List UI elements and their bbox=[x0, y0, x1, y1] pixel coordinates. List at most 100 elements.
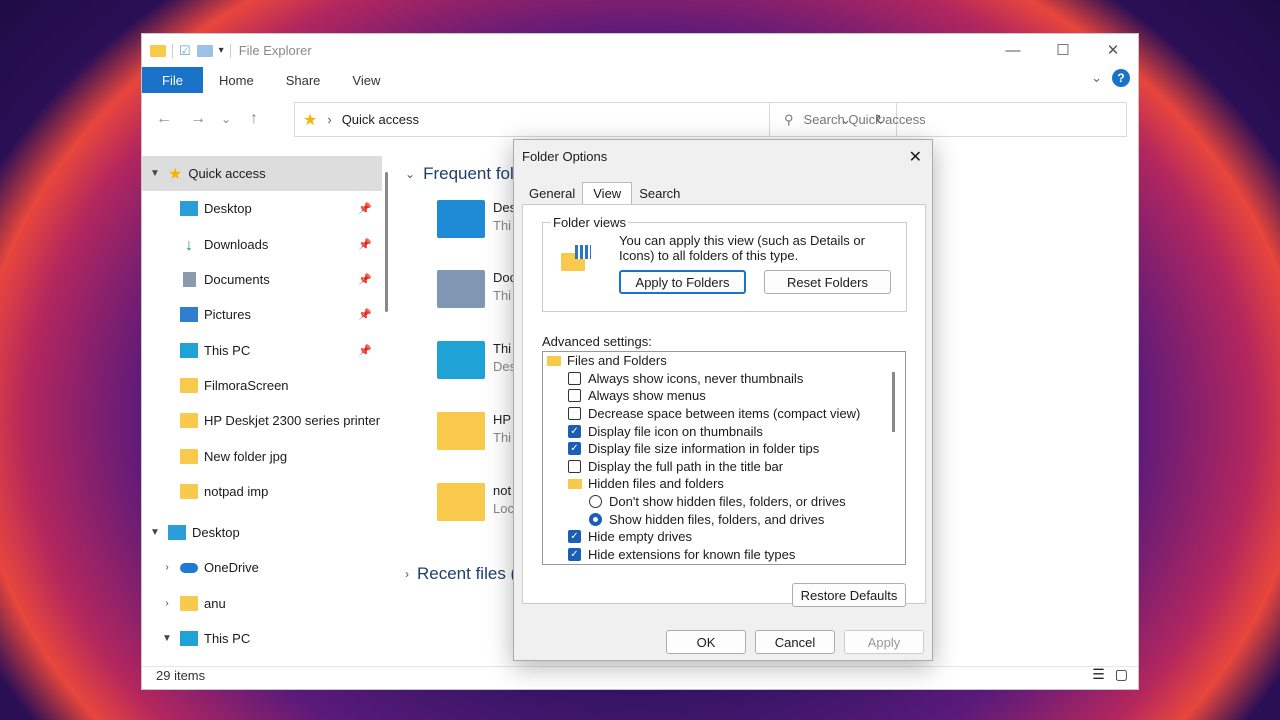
chevron-right-icon[interactable]: › bbox=[154, 598, 180, 609]
frequent-item-documents[interactable]: Doc Thi bbox=[437, 270, 516, 308]
sidebar-item-documents[interactable]: Documents 📌 bbox=[142, 262, 382, 297]
view-toggles: ☰ ▢ bbox=[1092, 666, 1128, 683]
maximize-button[interactable]: ☐ bbox=[1038, 34, 1088, 66]
setting-row[interactable]: Show hidden files, folders, and drives bbox=[543, 510, 905, 528]
sidebar-item-this-pc-root[interactable]: ▼ This PC bbox=[142, 621, 382, 656]
item-name: HP bbox=[493, 412, 512, 427]
checkbox[interactable]: ✓ bbox=[568, 547, 581, 561]
sidebar-item-new-folder-jpg[interactable]: New folder jpg bbox=[142, 438, 382, 473]
setting-label: Display file size information in folder … bbox=[588, 441, 820, 457]
search-placeholder: Search Quick access bbox=[803, 112, 926, 127]
sidebar-scrollbar[interactable] bbox=[385, 172, 388, 312]
ok-button[interactable]: OK bbox=[666, 630, 746, 654]
setting-row[interactable]: Display the full path in the title bar bbox=[543, 458, 905, 476]
sidebar-item-downloads[interactable]: ↓ Downloads 📌 bbox=[142, 227, 382, 262]
pin-icon[interactable]: 📌 bbox=[358, 344, 372, 357]
setting-row[interactable]: Don't show hidden files, folders, or dri… bbox=[543, 493, 905, 511]
sidebar-item-anu[interactable]: › anu bbox=[142, 586, 382, 621]
setting-row[interactable]: ✓ Hide empty drives bbox=[543, 528, 905, 546]
section-title: Frequent fold bbox=[423, 164, 524, 183]
frequent-item-this-pc[interactable]: Thi Des bbox=[437, 341, 516, 379]
sidebar-item-quick-access[interactable]: ▼ ★ Quick access bbox=[142, 156, 382, 192]
chevron-down-icon[interactable]: ▼ bbox=[142, 527, 168, 538]
minimize-button[interactable]: — bbox=[988, 34, 1038, 66]
tab-view[interactable]: View bbox=[582, 182, 633, 205]
radio-button[interactable] bbox=[589, 495, 602, 509]
tab-file[interactable]: File bbox=[142, 67, 203, 93]
checkbox[interactable] bbox=[568, 371, 581, 385]
setting-row[interactable]: ✓ Display file size information in folder… bbox=[543, 440, 905, 458]
settings-scrollbar[interactable] bbox=[892, 372, 895, 432]
tab-general[interactable]: General bbox=[522, 182, 582, 205]
pin-icon[interactable]: 📌 bbox=[358, 308, 372, 321]
forward-button[interactable]: → bbox=[181, 110, 215, 128]
item-name: not bbox=[493, 483, 512, 498]
frequent-item-notpad[interactable]: not Loc bbox=[437, 483, 514, 521]
pin-icon[interactable]: 📌 bbox=[358, 238, 372, 251]
sidebar-item-label: HP Deskjet 2300 series printer bbox=[204, 413, 381, 429]
checkbox[interactable] bbox=[568, 407, 581, 421]
setting-row[interactable]: ✓ Hide extensions for known file types bbox=[543, 546, 905, 564]
details-view-icon[interactable]: ☰ bbox=[1092, 666, 1105, 683]
setting-row[interactable]: Hidden files and folders bbox=[543, 475, 905, 493]
large-icons-view-icon[interactable]: ▢ bbox=[1115, 666, 1128, 683]
sidebar-item-desktop-root[interactable]: ▼ Desktop bbox=[142, 515, 382, 550]
new-folder-icon[interactable] bbox=[196, 44, 213, 57]
tab-home[interactable]: Home bbox=[203, 67, 270, 93]
expand-ribbon-icon[interactable]: ⌄ bbox=[1091, 70, 1102, 86]
sidebar-item-label: FilmoraScreen bbox=[204, 377, 289, 393]
setting-row[interactable]: ✓ Display file icon on thumbnails bbox=[543, 422, 905, 440]
help-icon[interactable]: ? bbox=[1112, 69, 1130, 87]
folder-icon bbox=[180, 377, 198, 393]
star-icon: ★ bbox=[303, 111, 318, 129]
frequent-folders-header[interactable]: ⌄ Frequent fold bbox=[405, 164, 523, 184]
sidebar-item-this-pc[interactable]: This PC 📌 bbox=[142, 332, 382, 367]
close-button[interactable]: ✕ bbox=[1088, 34, 1138, 66]
checkbox[interactable]: ✓ bbox=[568, 442, 581, 456]
restore-defaults-button[interactable]: Restore Defaults bbox=[792, 583, 906, 607]
checkbox[interactable] bbox=[568, 389, 581, 403]
desktop-icon bbox=[168, 525, 186, 541]
pictures-icon bbox=[180, 307, 198, 323]
tab-search[interactable]: Search bbox=[632, 182, 687, 205]
checkbox[interactable]: ✓ bbox=[568, 424, 581, 438]
sidebar-item-notpad-imp[interactable]: notpad imp bbox=[142, 474, 382, 509]
dialog-close-icon[interactable]: ✕ bbox=[909, 147, 922, 167]
checkbox[interactable] bbox=[568, 459, 581, 473]
checkbox[interactable]: ✓ bbox=[568, 530, 581, 544]
radio-button[interactable] bbox=[589, 512, 602, 526]
advanced-settings-label: Advanced settings: bbox=[542, 334, 652, 349]
setting-row[interactable]: Always show icons, never thumbnails bbox=[543, 370, 905, 388]
document-icon bbox=[183, 272, 196, 288]
recent-files-header[interactable]: › Recent files ( bbox=[405, 564, 516, 584]
setting-label: Always show menus bbox=[588, 388, 706, 404]
sidebar-item-filmorascreen[interactable]: FilmoraScreen bbox=[142, 368, 382, 403]
frequent-item-desktop[interactable]: Des Thi bbox=[437, 200, 516, 238]
apply-to-folders-button[interactable]: Apply to Folders bbox=[619, 270, 746, 294]
chevron-down-icon[interactable]: ▼ bbox=[154, 633, 180, 644]
setting-row[interactable]: Always show menus bbox=[543, 387, 905, 405]
back-button[interactable]: ← bbox=[147, 110, 181, 128]
pin-icon[interactable]: 📌 bbox=[358, 202, 372, 215]
search-input[interactable]: ⚲ Search Quick access bbox=[769, 102, 1127, 137]
tab-share[interactable]: Share bbox=[270, 67, 337, 93]
recent-locations-button[interactable]: ⌄ bbox=[215, 112, 237, 126]
cancel-button[interactable]: Cancel bbox=[755, 630, 835, 654]
sidebar-item-pictures[interactable]: Pictures 📌 bbox=[142, 297, 382, 332]
sidebar-item-hp-deskjet[interactable]: HP Deskjet 2300 series printer bbox=[142, 403, 382, 438]
frequent-item-hp[interactable]: HP Thi bbox=[437, 412, 511, 450]
view-tab-panel: Folder views You can apply this view (su… bbox=[522, 204, 926, 607]
properties-icon[interactable]: ☑ bbox=[179, 43, 191, 59]
setting-row[interactable]: Decrease space between items (compact vi… bbox=[543, 405, 905, 423]
sidebar-item-desktop[interactable]: Desktop 📌 bbox=[142, 191, 382, 226]
chevron-right-icon[interactable]: › bbox=[154, 562, 180, 573]
tab-view[interactable]: View bbox=[336, 67, 396, 93]
apply-button[interactable]: Apply bbox=[844, 630, 924, 654]
pin-icon[interactable]: 📌 bbox=[358, 273, 372, 286]
chevron-down-icon[interactable]: ▼ bbox=[142, 168, 168, 179]
chevron-down-icon[interactable]: ▾ bbox=[219, 45, 224, 56]
setting-row[interactable]: Files and Folders bbox=[543, 352, 905, 370]
up-button[interactable]: ↑ bbox=[237, 110, 271, 128]
reset-folders-button[interactable]: Reset Folders bbox=[764, 270, 891, 294]
sidebar-item-onedrive[interactable]: › OneDrive bbox=[142, 550, 382, 585]
